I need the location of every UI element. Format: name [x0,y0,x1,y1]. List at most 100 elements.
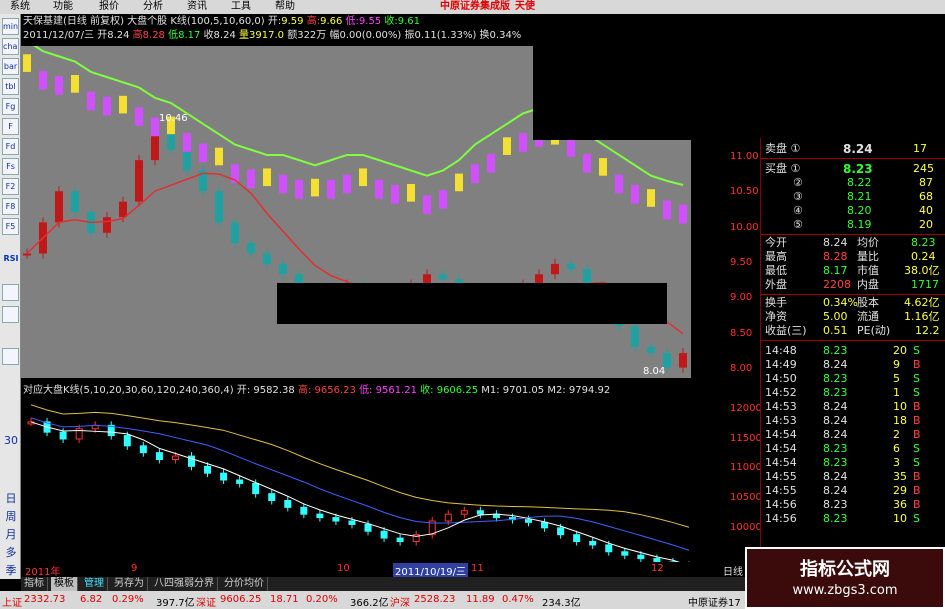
tick-volume: 5 [893,372,900,385]
index-candle [653,558,661,562]
indicator-icon[interactable] [2,284,19,301]
index-candle [59,431,67,440]
table-icon[interactable]: tbl [2,78,19,95]
band-candle [455,173,463,192]
menu-bar: 系统 功能 报价 分析 资讯 工具 帮助 中原证券集成版 天使 [0,0,945,14]
tick-time: 14:50 [765,372,797,385]
f3-icon[interactable]: F8 [2,198,19,215]
band-candle [119,95,127,114]
band-candle [439,190,447,209]
stat-value: 8.23 [911,236,936,249]
price-tick: 11.00 [730,151,759,162]
stat-value: 0.34% [823,296,858,309]
sub-tick: 12000 [730,403,762,414]
buy-row: ④ 8.20 40 [761,204,945,218]
tick-volume: 3 [893,456,900,469]
band-candle [599,158,607,176]
tab-template[interactable]: 模板 [51,577,78,591]
sz-index-label[interactable]: 深证 [196,594,216,609]
f4-icon[interactable]: F5 [2,218,19,235]
tab-indicator[interactable]: 指标 [21,577,48,591]
stat-label: 量比 [857,250,879,263]
buy-row: ③ 8.21 68 [761,190,945,204]
kline-chart-icon[interactable]: chart [2,38,19,55]
period-day[interactable]: 日 [3,490,19,508]
close-value: 9.61 [397,16,420,27]
min-price-label: 8.04 [643,366,665,377]
tick-volume: 6 [893,442,900,455]
menu-analysis[interactable]: 分析 [143,0,163,14]
stat-row: 净资 5.00 流通 1.16亿 [761,310,945,324]
index-candle [396,537,404,542]
tick-price: 8.23 [823,512,848,525]
band-candle [39,70,47,90]
tick-volume: 18 [893,414,907,427]
sh-index-change: 6.82 [80,594,103,605]
sell-price: 8.24 [843,142,873,156]
divider [761,294,945,295]
hs-index-label[interactable]: 沪深 [390,594,410,609]
band-candle [375,179,383,199]
tick-row: 14:50 8.23 5 S [761,372,945,386]
band-candle [23,54,31,72]
fs-icon[interactable]: Fs [2,158,19,175]
bar-open: 开8.24 [97,30,130,41]
stat-value: 8.17 [823,264,848,277]
fs2-icon[interactable] [2,348,19,365]
price-candle [263,253,271,264]
index-candle [252,482,260,495]
tab-84-boundary[interactable]: 八四强弱分界 [151,577,218,591]
index-candle [364,523,372,532]
tick-time: 14:53 [765,400,797,413]
high-value: 9.66 [320,16,343,27]
band-candle [71,75,79,93]
f2-icon[interactable]: F2 [2,178,19,195]
sz-index-change: 18.71 [270,594,299,605]
buy-price: 8.22 [847,176,872,189]
fg-icon[interactable]: Fg [2,98,19,115]
tab-manage[interactable]: 管理 [81,577,108,591]
tick-row: 14:54 8.23 6 S [761,442,945,456]
menu-news[interactable]: 资讯 [187,0,207,14]
buy-price: 8.21 [847,190,872,203]
period-quarter[interactable]: 季 [3,562,19,580]
f-icon[interactable]: F [2,118,19,135]
index-candle [123,435,131,447]
date-axis: 2011年 9 10 2011/10/19/三 11 12 日线 [21,563,745,578]
layout-icon[interactable] [2,306,19,323]
period-30min[interactable]: 30 [3,432,19,450]
index-candle [476,510,484,515]
tick-volume: 35 [893,470,907,483]
stat-value: 0.24 [911,250,936,263]
menu-system[interactable]: 系统 [10,0,30,14]
buy-label: ③ [793,190,803,203]
rsi-indicator-button[interactable]: RSI [1,254,21,268]
menu-help[interactable]: 帮助 [275,0,295,14]
stat-value: 4.62亿 [904,296,940,309]
menu-quote[interactable]: 报价 [99,0,119,14]
bar-change: 幅0.00(0.00%) [329,30,402,41]
menu-tools[interactable]: 工具 [231,0,251,14]
tab-save-as[interactable]: 另存为 [111,577,148,591]
band-candle [679,204,687,224]
period-week[interactable]: 周 [3,508,19,526]
sell-vol: 17 [913,142,927,155]
buy-label: 买盘 ① [765,162,801,175]
sh-index-label[interactable]: 上证 [2,594,22,609]
price-tick: 10.50 [730,186,759,197]
minichart-icon[interactable]: mini [2,18,19,35]
tab-price-average[interactable]: 分价均价 [221,577,268,591]
tick-volume: 9 [893,358,900,371]
buy-price: 8.19 [847,218,872,231]
stat-row: 外盘 2208 内盘 1717 [761,278,945,292]
band-candle [631,185,639,204]
menu-function[interactable]: 功能 [53,0,73,14]
price-tick: 10.00 [730,222,759,233]
bar-chart-icon[interactable]: bar [2,58,19,75]
index-candle [220,472,228,481]
index-kline-chart[interactable] [21,398,721,562]
period-multi[interactable]: 多 [3,544,19,562]
index-candle [204,465,212,474]
fd-icon[interactable]: Fd [2,138,19,155]
period-month[interactable]: 月 [3,526,19,544]
